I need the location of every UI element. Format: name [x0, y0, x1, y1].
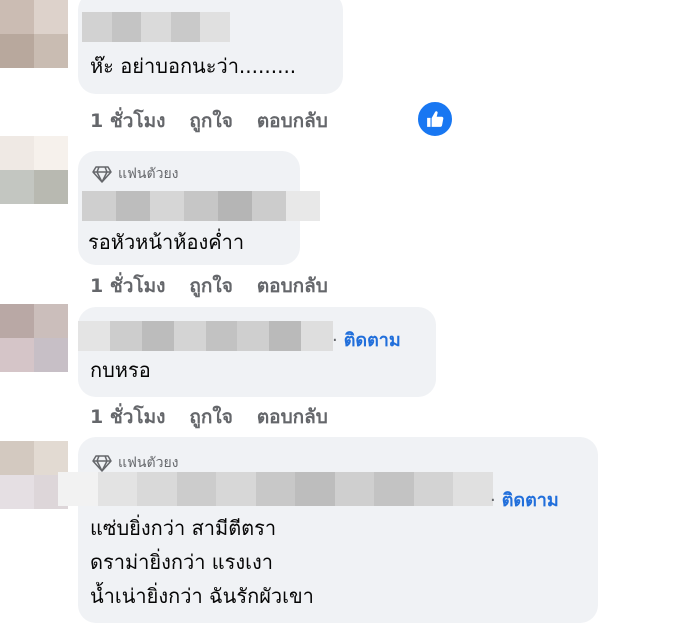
follow-label[interactable]: ติดตาม [502, 490, 559, 511]
like-button[interactable]: ถูกใจ [189, 271, 232, 301]
diamond-icon [92, 455, 112, 472]
like-button[interactable]: ถูกใจ [189, 402, 232, 432]
comment-bubble: ห๊ะ อย่าบอกนะว่า......... [78, 0, 343, 94]
comment-text: กบหรอ [90, 358, 151, 382]
comment-text-line: แซ่บยิ่งกว่า สามีตีตรา [90, 516, 277, 540]
commenter-name-blurred[interactable] [58, 472, 493, 506]
reply-button[interactable]: ตอบกลับ [257, 271, 328, 301]
comment-actions: 1 ชั่วโมง ถูกใจ ตอบกลับ [90, 106, 328, 136]
commenter-name-blurred[interactable] [82, 12, 230, 42]
badge-label: แฟนตัวยง [118, 166, 179, 182]
comment-actions: 1 ชั่วโมง ถูกใจ ตอบกลับ [90, 402, 328, 432]
comment-actions: 1 ชั่วโมง ถูกใจ ตอบกลับ [90, 271, 328, 301]
comment-text: รอหัวหน้าห้องค่ำา [88, 230, 245, 254]
comment-time[interactable]: 1 ชั่วโมง [90, 402, 165, 432]
avatar[interactable] [0, 0, 68, 68]
follow-link[interactable]: · ติดตาม [332, 325, 401, 354]
comment-text: ห๊ะ อย่าบอกนะว่า......... [90, 54, 297, 78]
avatar[interactable] [0, 136, 68, 204]
top-fan-badge: แฟนตัวยง [92, 452, 179, 474]
comment-bubble: แฟนตัวยง รอหัวหน้าห้องค่ำา [78, 151, 320, 265]
comment-bubble: · ติดตาม กบหรอ [78, 307, 436, 397]
comment-bubble: แฟนตัวยง · ติดตาม แซ่บยิ่งกว่า สามีตีตรา … [58, 437, 598, 623]
thumbs-up-icon[interactable] [416, 100, 454, 138]
reply-button[interactable]: ตอบกลับ [257, 106, 328, 136]
avatar[interactable] [0, 304, 68, 372]
reply-button[interactable]: ตอบกลับ [257, 402, 328, 432]
top-fan-badge: แฟนตัวยง [92, 163, 179, 185]
comment-time[interactable]: 1 ชั่วโมง [90, 106, 165, 136]
follow-link[interactable]: · ติดตาม [490, 485, 559, 514]
comment-time[interactable]: 1 ชั่วโมง [90, 271, 165, 301]
badge-label: แฟนตัวยง [118, 455, 179, 471]
commenter-name-blurred[interactable] [78, 321, 333, 351]
comment-text-line: น้ำเน่ายิ่งกว่า ฉันรักผัวเขา [90, 584, 314, 608]
separator-dot: · [332, 330, 338, 351]
comment-text-line: ดราม่ายิ่งกว่า แรงเงา [90, 550, 274, 574]
follow-label[interactable]: ติดตาม [344, 330, 401, 351]
diamond-icon [92, 166, 112, 183]
like-button[interactable]: ถูกใจ [189, 106, 232, 136]
commenter-name-blurred[interactable] [82, 191, 320, 221]
separator-dot: · [490, 490, 496, 511]
